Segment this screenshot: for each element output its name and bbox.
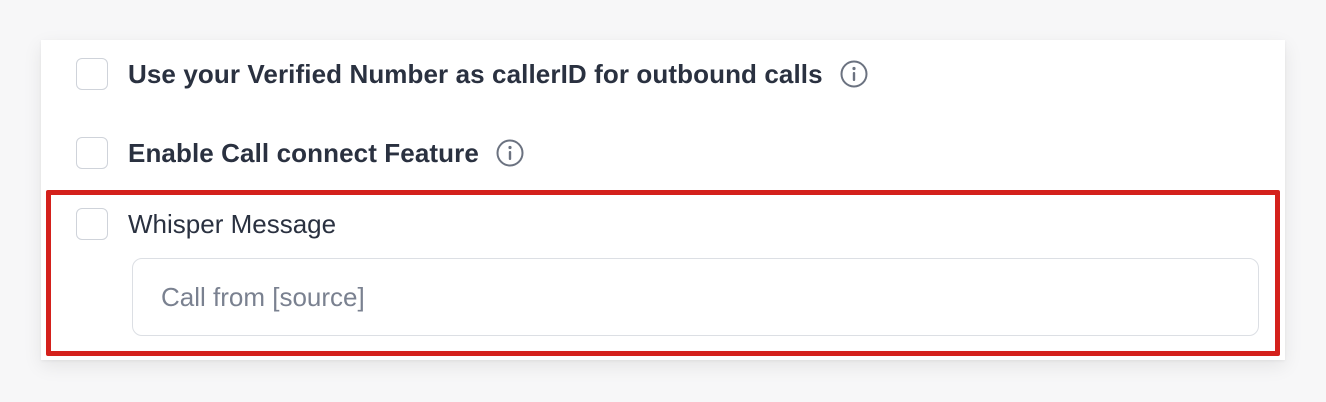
info-icon[interactable]: [495, 138, 525, 168]
option-whisper-message: Whisper Message: [76, 206, 336, 242]
whisper-message-checkbox[interactable]: [76, 208, 108, 240]
info-icon[interactable]: [839, 59, 869, 89]
whisper-message-label: Whisper Message: [128, 208, 337, 239]
verified-callerid-label: Use your Verified Number as callerID for…: [128, 58, 823, 89]
option-verified-callerid: Use your Verified Number as callerID for…: [76, 56, 869, 92]
call-connect-checkbox[interactable]: [76, 137, 108, 169]
whisper-message-input[interactable]: [132, 258, 1259, 336]
option-call-connect: Enable Call connect Feature: [76, 135, 525, 171]
call-connect-label: Enable Call connect Feature: [128, 137, 479, 168]
verified-callerid-checkbox[interactable]: [76, 58, 108, 90]
